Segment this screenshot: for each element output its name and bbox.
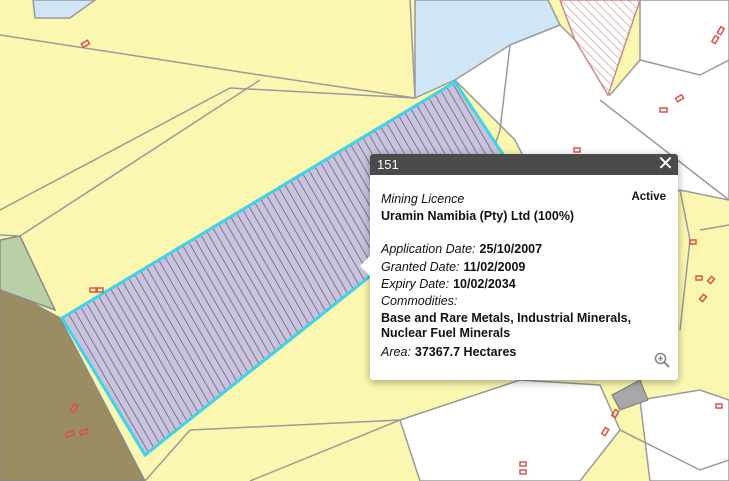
expiry-date-label: Expiry Date: — [381, 277, 450, 291]
popup-header: 151 ✕ — [370, 154, 678, 175]
application-date-label: Application Date: — [381, 242, 476, 256]
area-label: Area: — [381, 345, 411, 359]
granted-date-row: Granted Date: 11/02/2009 — [381, 260, 525, 274]
granted-date-label: Granted Date: — [381, 260, 460, 274]
commodities-label: Commodities: — [381, 294, 458, 308]
application-date-value: 25/10/2007 — [479, 242, 543, 256]
commodities-line-1: Base and Rare Metals, Industrial Mineral… — [381, 311, 632, 325]
commodities-line-2: Nuclear Fuel Minerals — [381, 326, 511, 340]
licence-type: Mining Licence — [381, 192, 465, 206]
area-row: Area: 37367.7 Hectares — [381, 345, 516, 359]
licence-holder: Uramin Namibia (Pty) Ltd (100%) — [381, 209, 575, 223]
close-icon[interactable]: ✕ — [657, 154, 674, 175]
area-value: 37367.7 Hectares — [414, 345, 517, 359]
white-parcel — [639, 0, 729, 76]
granted-date-value: 11/02/2009 — [463, 260, 526, 274]
application-date-row: Application Date: 25/10/2007 — [381, 242, 542, 256]
feature-popup: 151 ✕ Active Mining Licence Uramin Namib… — [360, 154, 678, 380]
popup-title: 151 — [377, 157, 399, 172]
status-badge: Active — [631, 191, 666, 203]
expiry-date-value: 10/02/2034 — [453, 277, 516, 291]
popup-pointer — [360, 256, 370, 276]
zoom-in-icon[interactable] — [654, 352, 670, 368]
expiry-date-row: Expiry Date: 10/02/2034 — [381, 277, 516, 291]
